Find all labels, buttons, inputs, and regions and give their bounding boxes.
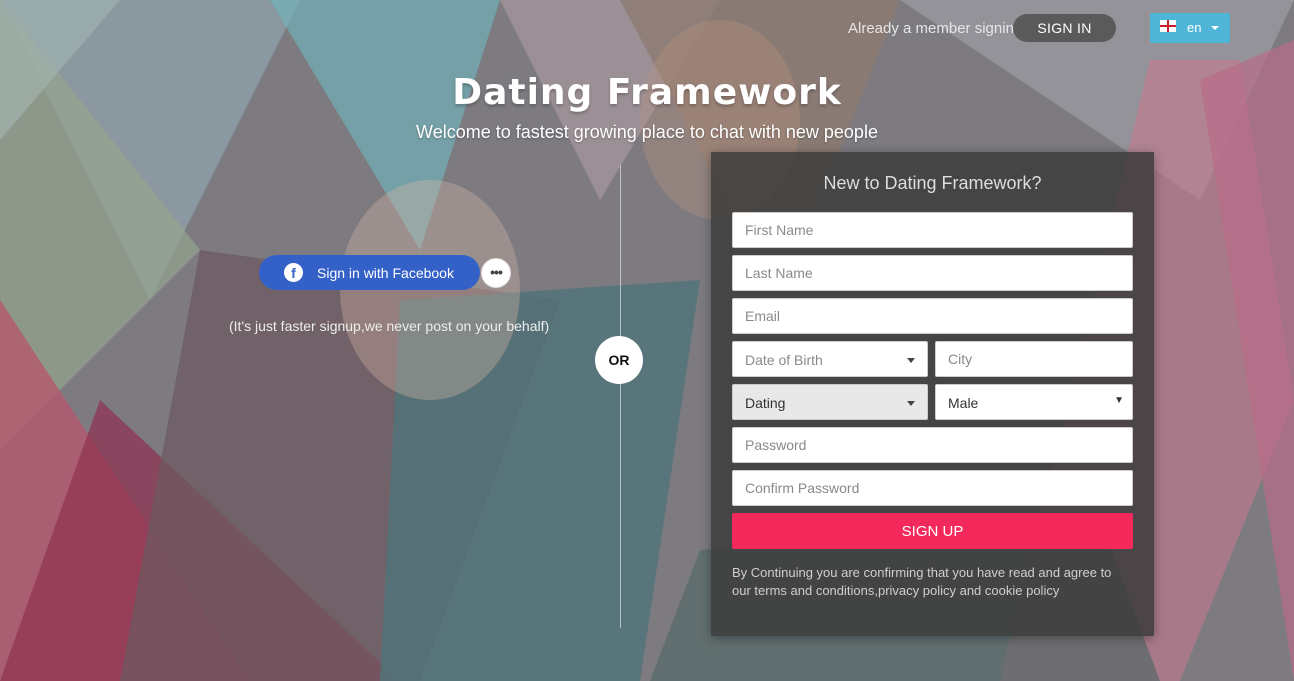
- vertical-divider: [620, 165, 621, 628]
- facebook-signin-button[interactable]: f Sign in with Facebook: [259, 255, 480, 290]
- more-options-button[interactable]: •••: [481, 258, 511, 288]
- looking-for-value: Dating: [745, 395, 786, 411]
- caret-down-icon: ▼: [1114, 395, 1124, 406]
- member-signin-text: Already a member signin: [848, 20, 1014, 37]
- england-flag-icon: [1160, 20, 1176, 32]
- email-field[interactable]: [732, 298, 1133, 334]
- city-field[interactable]: [935, 341, 1133, 377]
- language-label: en: [1187, 20, 1202, 35]
- caret-down-icon: [907, 401, 915, 406]
- brand-title: Dating Framework: [452, 72, 842, 113]
- date-of-birth-placeholder: Date of Birth: [745, 352, 823, 368]
- facebook-signin-label: Sign in with Facebook: [317, 265, 454, 281]
- signup-card: New to Dating Framework? Date of Birth D…: [711, 152, 1154, 636]
- signup-title: New to Dating Framework?: [823, 173, 1042, 193]
- caret-down-icon: [907, 358, 915, 363]
- facebook-icon: f: [284, 263, 303, 282]
- caret-down-icon: [1211, 26, 1219, 30]
- top-bar: Already a member signin SIGN IN en: [0, 13, 1294, 43]
- sign-up-button[interactable]: SIGN UP: [732, 513, 1133, 549]
- confirm-password-field[interactable]: [732, 470, 1133, 506]
- gender-select[interactable]: Male ▼: [935, 384, 1133, 420]
- sign-in-button[interactable]: SIGN IN: [1013, 14, 1116, 42]
- terms-text: By Continuing you are confirming that yo…: [732, 565, 1112, 598]
- password-field[interactable]: [732, 427, 1133, 463]
- language-selector[interactable]: en: [1150, 13, 1230, 43]
- tagline: Welcome to fastest growing place to chat…: [416, 122, 878, 142]
- or-badge: OR: [595, 336, 643, 384]
- date-of-birth-picker[interactable]: Date of Birth: [732, 341, 928, 377]
- gender-value: Male: [948, 395, 979, 411]
- facebook-note: (It's just faster signup,we never post o…: [229, 318, 550, 334]
- first-name-field[interactable]: [732, 212, 1133, 248]
- last-name-field[interactable]: [732, 255, 1133, 291]
- looking-for-select[interactable]: Dating: [732, 384, 928, 420]
